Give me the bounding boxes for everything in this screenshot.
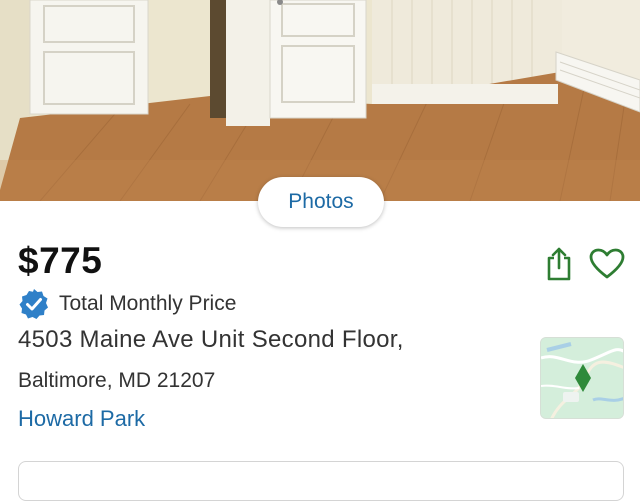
address-city-state-zip: Baltimore, MD 21207 <box>18 369 216 392</box>
photos-button[interactable]: Photos <box>258 177 384 227</box>
room-interior-image <box>0 0 640 201</box>
details-card[interactable] <box>18 461 624 501</box>
neighborhood-link[interactable]: Howard Park <box>18 406 145 432</box>
favorite-button[interactable] <box>587 246 627 282</box>
share-icon <box>547 247 571 281</box>
price-type-row: Total Monthly Price <box>18 288 236 320</box>
address-street: 4503 Maine Ave Unit Second Floor, <box>18 326 404 353</box>
listing-price: $775 <box>18 240 103 281</box>
map-image <box>541 338 623 418</box>
heart-icon <box>589 248 625 279</box>
price-type-label: Total Monthly Price <box>59 292 237 315</box>
verified-check-icon <box>19 289 48 319</box>
map-thumbnail[interactable] <box>540 337 624 419</box>
listing-photo[interactable] <box>0 0 640 201</box>
share-button[interactable] <box>542 244 576 284</box>
photos-button-label: Photos <box>288 190 354 213</box>
